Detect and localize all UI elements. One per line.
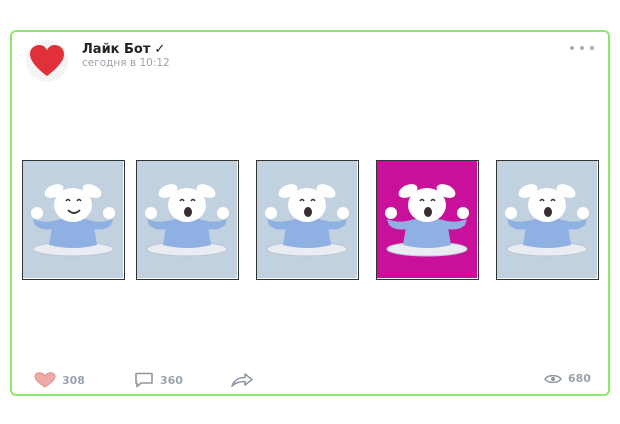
post-time[interactable]: сегодня в 10:12 [82,57,170,69]
eye-icon [544,374,562,383]
dot-icon [590,46,594,50]
photo-card[interactable] [136,160,239,280]
more-options-button[interactable] [570,42,594,54]
comment-count: 360 [160,373,183,387]
dot-icon [570,46,574,50]
bear-illustration [137,161,237,278]
views-counter: 680 [544,372,591,385]
like-heart-icon [34,372,56,388]
author-name[interactable]: Лайк Бот ✓ [82,42,165,57]
photo-card[interactable] [256,160,359,280]
bear-illustration [257,161,357,278]
share-button[interactable] [230,372,254,388]
heart-icon [30,45,64,76]
post-card: Лайк Бот ✓ сегодня в 10:12 308 360 680 [10,30,610,396]
bear-illustration [23,161,123,278]
comment-icon [135,372,153,388]
like-button[interactable]: 308 [34,372,85,388]
dot-icon [580,46,584,50]
share-arrow-icon [231,373,253,387]
like-count: 308 [62,373,85,387]
verified-icon: ✓ [154,42,166,57]
post-actions: 308 360 680 [12,364,608,394]
photo-card[interactable] [22,160,125,280]
photo-card[interactable] [496,160,599,280]
author-label: Лайк Бот [82,42,151,57]
avatar[interactable] [26,40,68,82]
photo-card[interactable] [376,160,479,280]
bear-illustration [497,161,597,278]
views-count: 680 [568,372,591,385]
bear-illustration [377,161,477,278]
comment-button[interactable]: 360 [134,372,183,388]
